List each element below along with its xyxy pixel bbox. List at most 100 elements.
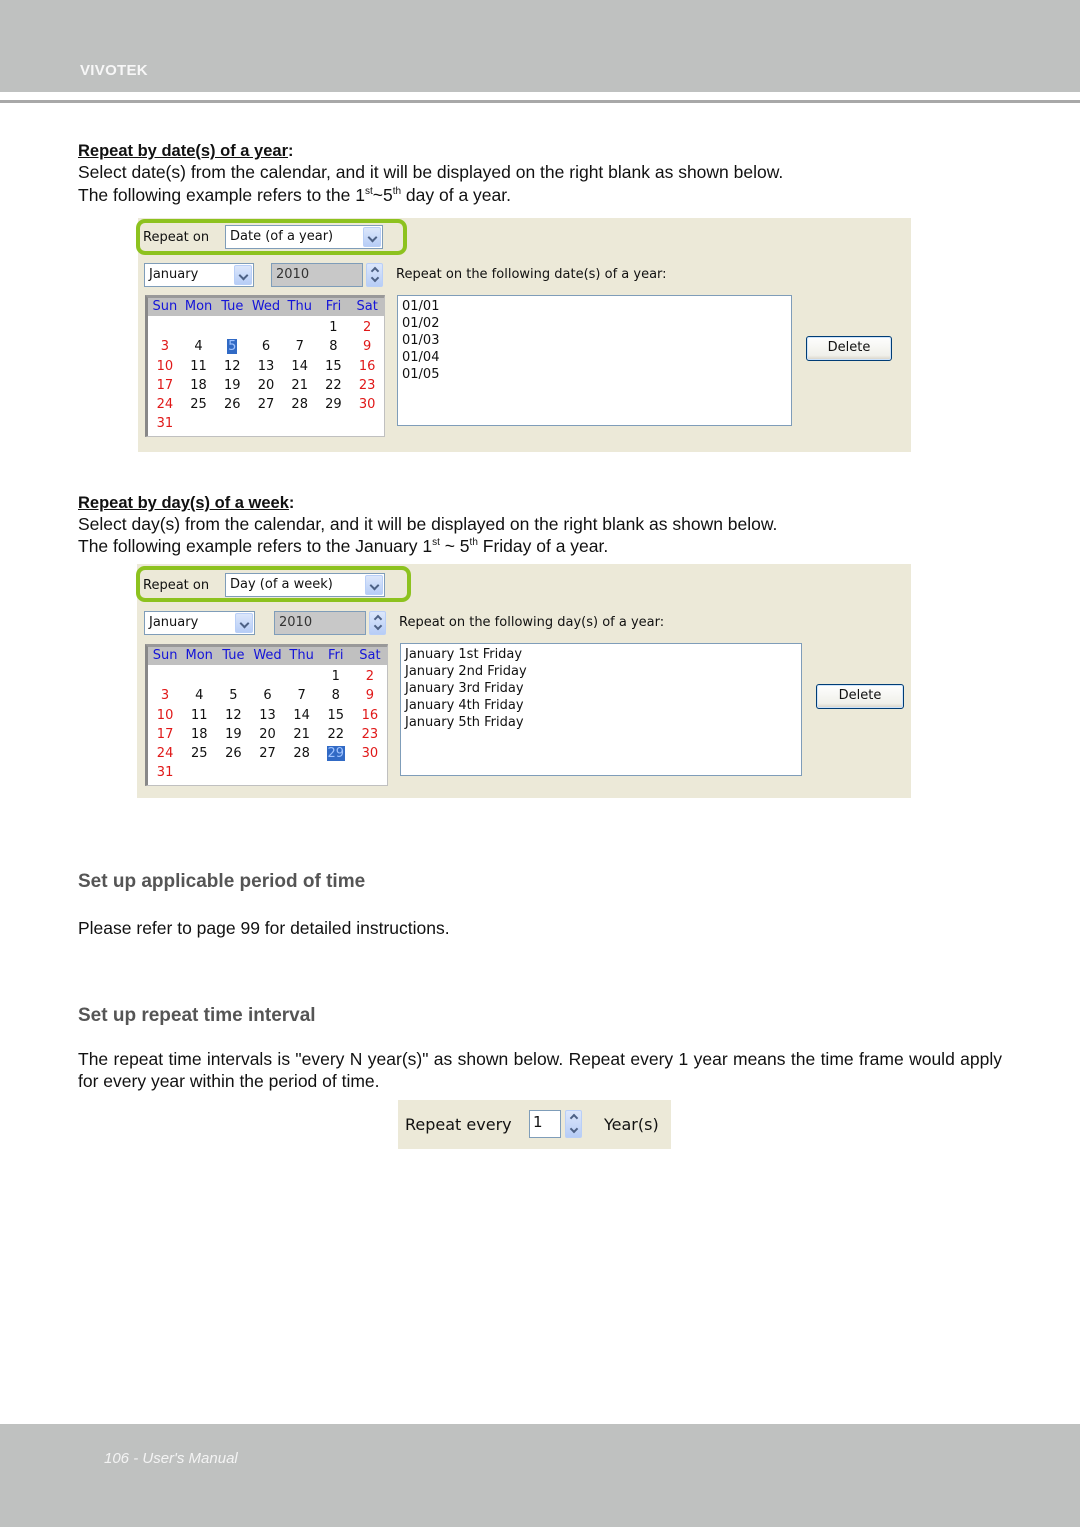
- calendar-day[interactable]: 30: [350, 395, 384, 414]
- delete-button[interactable]: Delete: [806, 336, 892, 361]
- calendar-day[interactable]: 26: [215, 395, 249, 414]
- list-item[interactable]: January 1st Friday: [405, 646, 797, 663]
- chevron-down-icon[interactable]: [234, 265, 252, 285]
- page-header: VIVOTEK: [0, 0, 1080, 92]
- calendar-day[interactable]: 23: [350, 376, 384, 395]
- chevron-down-icon[interactable]: [363, 227, 381, 247]
- calendar-day[interactable]: 18: [182, 376, 216, 395]
- calendar-day[interactable]: 28: [285, 744, 319, 763]
- section-title-period: Set up applicable period of time: [78, 871, 366, 892]
- month-select[interactable]: January: [144, 263, 254, 287]
- calendar-day[interactable]: 17: [148, 725, 182, 744]
- list-item[interactable]: January 5th Friday: [405, 714, 797, 731]
- calendar-day[interactable]: 14: [285, 706, 319, 725]
- calendar-day[interactable]: 2: [350, 318, 384, 337]
- calendar-day[interactable]: 6: [249, 337, 283, 356]
- calendar-day[interactable]: 5: [215, 337, 249, 356]
- calendar-day[interactable]: 29: [319, 744, 353, 763]
- heading-colon: :: [288, 494, 295, 512]
- days-instructions-line1: Select day(s) from the calendar, and it …: [78, 514, 778, 534]
- calendar-day[interactable]: 9: [353, 686, 387, 705]
- calendar-day[interactable]: 4: [182, 337, 216, 356]
- calendar-day[interactable]: 25: [182, 744, 216, 763]
- calendar-day[interactable]: 1: [319, 667, 353, 686]
- list-item[interactable]: 01/01: [402, 298, 787, 315]
- weekday-label: Sun: [152, 648, 178, 663]
- calendar-day[interactable]: 3: [148, 686, 182, 705]
- list-item[interactable]: 01/02: [402, 315, 787, 332]
- calendar-day[interactable]: 16: [350, 357, 384, 376]
- calendar-day[interactable]: 5: [216, 686, 250, 705]
- calendar-day[interactable]: 7: [285, 686, 319, 705]
- calendar-day[interactable]: 12: [216, 706, 250, 725]
- calendar-day[interactable]: 18: [182, 725, 216, 744]
- calendar-day[interactable]: 11: [182, 706, 216, 725]
- calendar-day[interactable]: 15: [319, 706, 353, 725]
- calendar-day[interactable]: 6: [250, 686, 284, 705]
- calendar-day[interactable]: 29: [317, 395, 351, 414]
- month-select[interactable]: January: [144, 611, 255, 635]
- selected-days-list[interactable]: January 1st Friday January 2nd Friday Janu…: [400, 643, 802, 776]
- year-spinner-icon[interactable]: [366, 263, 383, 287]
- repeat-every-label: Repeat every: [405, 1115, 512, 1134]
- calendar-day[interactable]: 24: [148, 744, 182, 763]
- calendar-day[interactable]: 10: [148, 357, 182, 376]
- dates-instructions-line1: Select date(s) from the calendar, and it…: [78, 162, 784, 182]
- list-item[interactable]: January 2nd Friday: [405, 663, 797, 680]
- list-item[interactable]: 01/03: [402, 332, 787, 349]
- calendar-day[interactable]: 1: [317, 318, 351, 337]
- calendar-day[interactable]: 14: [283, 357, 317, 376]
- calendar-day[interactable]: 21: [285, 725, 319, 744]
- calendar-day[interactable]: 24: [148, 395, 182, 414]
- text-part: day of a year.: [401, 185, 511, 205]
- calendar-day[interactable]: 19: [215, 376, 249, 395]
- selected-dates-list[interactable]: 01/01 01/02 01/03 01/04 01/05: [397, 295, 792, 426]
- calendar-day[interactable]: 4: [182, 686, 216, 705]
- calendar-day[interactable]: 27: [249, 395, 283, 414]
- calendar-day[interactable]: 22: [317, 376, 351, 395]
- chevron-down-icon[interactable]: [235, 613, 253, 633]
- calendar-day[interactable]: 16: [353, 706, 387, 725]
- calendar-day[interactable]: 28: [283, 395, 317, 414]
- calendar-day[interactable]: 10: [148, 706, 182, 725]
- calendar-day[interactable]: 2: [353, 667, 387, 686]
- calendar-day[interactable]: 9: [350, 337, 384, 356]
- year-spinner-icon[interactable]: [369, 611, 386, 635]
- calendar-day[interactable]: 25: [182, 395, 216, 414]
- list-item[interactable]: January 3rd Friday: [405, 680, 797, 697]
- calendar-day[interactable]: 22: [319, 725, 353, 744]
- calendar-day[interactable]: 31: [148, 414, 182, 433]
- calendar-day[interactable]: 31: [148, 763, 182, 782]
- calendar-day[interactable]: 30: [353, 744, 387, 763]
- delete-button[interactable]: Delete: [816, 684, 904, 709]
- repeat-on-select[interactable]: Day (of a week): [225, 573, 385, 597]
- list-item[interactable]: 01/05: [402, 366, 787, 383]
- calendar-day[interactable]: 26: [216, 744, 250, 763]
- calendar-day[interactable]: 7: [283, 337, 317, 356]
- calendar-day[interactable]: 11: [182, 357, 216, 376]
- interval-spinner-icon[interactable]: [565, 1110, 582, 1138]
- calendar-day[interactable]: 12: [215, 357, 249, 376]
- calendar-day[interactable]: 20: [250, 725, 284, 744]
- year-input[interactable]: 2010: [271, 263, 363, 287]
- subsection-heading-days: Repeat by day(s) of a week:: [78, 491, 294, 514]
- repeat-on-select[interactable]: Date (of a year): [225, 225, 383, 249]
- calendar-day[interactable]: 27: [250, 744, 284, 763]
- calendar-day[interactable]: 23: [353, 725, 387, 744]
- calendar-day[interactable]: 19: [216, 725, 250, 744]
- calendar-day[interactable]: 20: [249, 376, 283, 395]
- calendar-day[interactable]: 8: [319, 686, 353, 705]
- calendar-day[interactable]: 13: [250, 706, 284, 725]
- calendar-day[interactable]: 3: [148, 337, 182, 356]
- list-item[interactable]: 01/04: [402, 349, 787, 366]
- chevron-down-icon[interactable]: [365, 575, 383, 595]
- calendar-day[interactable]: 13: [249, 357, 283, 376]
- calendar-day[interactable]: 8: [317, 337, 351, 356]
- calendar-day[interactable]: 17: [148, 376, 182, 395]
- calendar-days: 1 2 3 4 5 6 7 8 9 10 11 12 13 14 15 16 17 18 19 20 21 22 23 24 2…: [148, 665, 387, 783]
- calendar-day[interactable]: 15: [317, 357, 351, 376]
- list-item[interactable]: January 4th Friday: [405, 697, 797, 714]
- calendar-day[interactable]: 21: [283, 376, 317, 395]
- interval-input[interactable]: 1: [529, 1110, 561, 1138]
- year-input[interactable]: 2010: [274, 611, 366, 635]
